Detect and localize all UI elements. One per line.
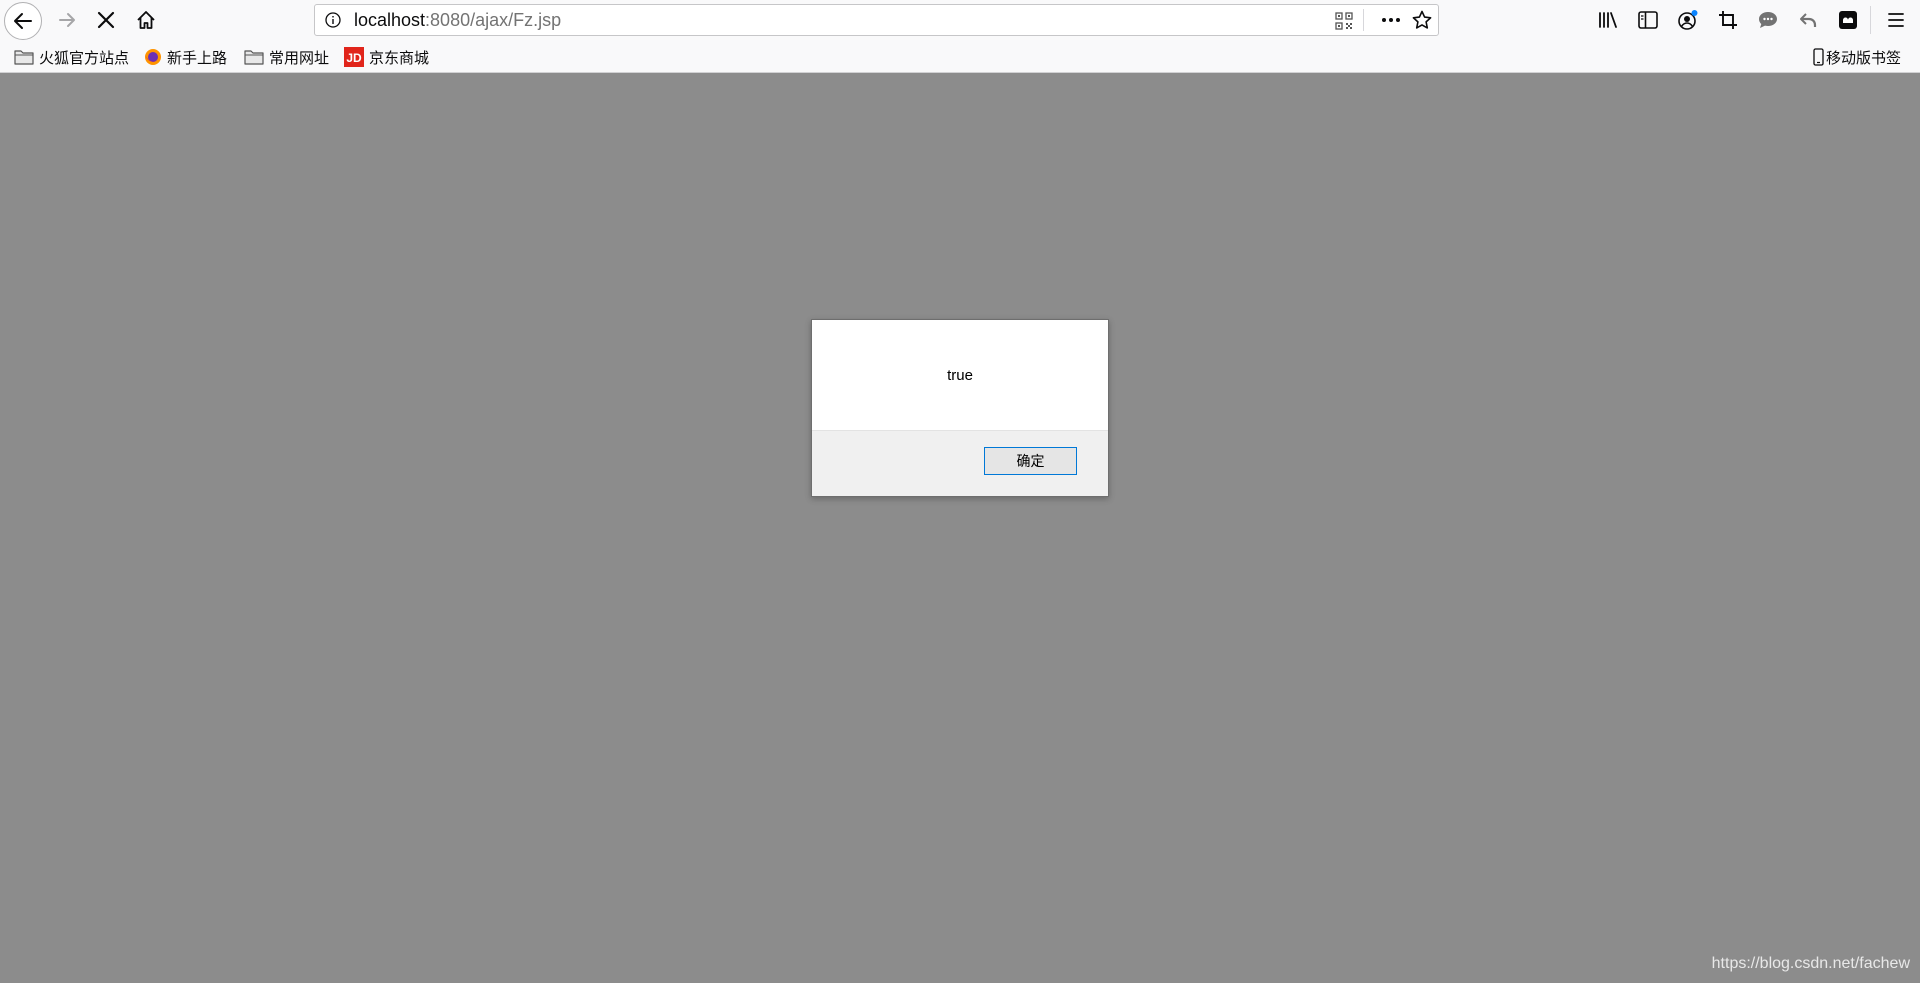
folder-icon: [14, 49, 39, 65]
chat-icon: [1759, 12, 1777, 28]
bookmark-item[interactable]: 常用网址: [244, 41, 329, 73]
ok-button[interactable]: 确定: [984, 447, 1077, 475]
stop-loading-icon: [97, 11, 115, 29]
svg-text:JD: JD: [346, 51, 362, 65]
url-host: localhost: [354, 10, 426, 30]
tab-manager-button[interactable]: [1832, 4, 1864, 36]
stop-button[interactable]: [90, 4, 122, 36]
forward-arrow-icon: [59, 13, 75, 27]
account-button[interactable]: [1672, 4, 1704, 36]
toolbar-separator: [1870, 6, 1871, 34]
undo-icon: [1800, 13, 1817, 27]
menu-button[interactable]: [1880, 4, 1912, 36]
url-separator: [1363, 9, 1364, 31]
mobile-phone-icon: [1813, 48, 1826, 66]
home-button[interactable]: [130, 4, 162, 36]
back-arrow-icon: [14, 13, 32, 29]
bookmark-star-icon[interactable]: [1411, 9, 1433, 31]
mobile-bookmarks-label: 移动版书签: [1826, 49, 1902, 67]
bookmark-label: 火狐官方站点: [39, 49, 130, 67]
mobile-bookmarks[interactable]: 移动版书签: [1813, 41, 1901, 73]
bookmark-label: 常用网址: [269, 49, 330, 67]
alert-footer: 确定: [812, 430, 1108, 496]
screenshot-button[interactable]: [1712, 4, 1744, 36]
info-icon[interactable]: [325, 12, 341, 28]
watermark: https://blog.csdn.net/fachew: [1711, 955, 1910, 972]
firefox-icon: [144, 48, 167, 66]
account-icon: [1678, 10, 1698, 30]
page-actions-icon[interactable]: [1377, 10, 1405, 30]
back-button[interactable]: [4, 2, 42, 40]
jd-icon: JD: [344, 47, 369, 67]
screenshot-crop-icon: [1719, 11, 1737, 29]
url-bar[interactable]: localhost:8080/ajax/Fz.jsp: [314, 4, 1439, 36]
home-icon: [137, 11, 155, 29]
qr-code-icon[interactable]: [1335, 12, 1353, 30]
url-text[interactable]: localhost:8080/ajax/Fz.jsp: [354, 5, 561, 35]
sidebar-icon: [1638, 11, 1658, 29]
bookmark-label: 京东商城: [369, 49, 430, 67]
url-path: :8080/ajax/Fz.jsp: [425, 10, 562, 30]
chat-button[interactable]: [1752, 4, 1784, 36]
library-button[interactable]: [1592, 4, 1624, 36]
sidebar-button[interactable]: [1632, 4, 1664, 36]
bookmark-item[interactable]: 火狐官方站点: [14, 41, 129, 73]
undo-button[interactable]: [1792, 4, 1824, 36]
bookmark-item[interactable]: 新手上路: [144, 41, 227, 73]
navigation-toolbar: localhost:8080/ajax/Fz.jsp: [0, 0, 1920, 41]
library-icon: [1599, 12, 1617, 28]
hamburger-menu-icon: [1888, 13, 1904, 27]
bookmarks-toolbar: 火狐官方站点 新手上路 常用网址 JD 京东商城 移动版书签: [0, 41, 1920, 73]
forward-button[interactable]: [52, 4, 84, 36]
tab-manager-icon: [1839, 11, 1857, 29]
alert-message: true: [947, 366, 973, 384]
bookmark-label: 新手上路: [167, 49, 228, 67]
alert-dialog: true 确定: [811, 319, 1109, 497]
folder-icon: [244, 49, 269, 65]
bookmark-item[interactable]: JD 京东商城: [344, 41, 429, 73]
